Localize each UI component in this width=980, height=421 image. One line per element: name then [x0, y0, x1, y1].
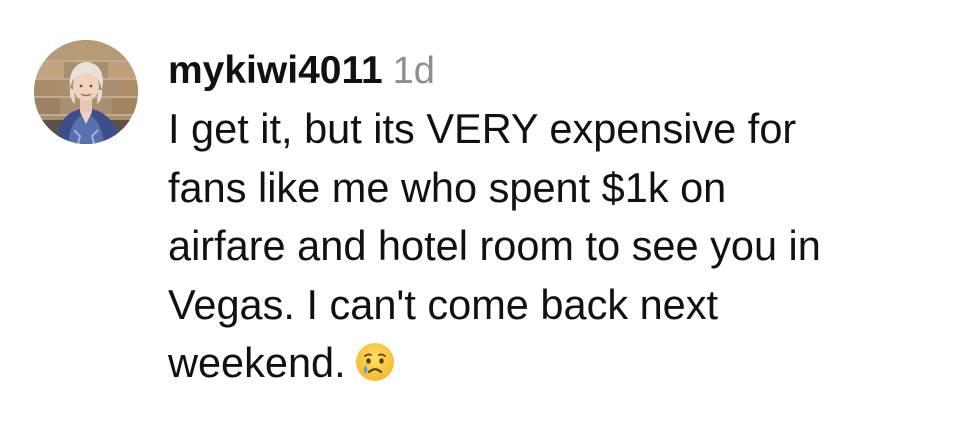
comment-text-line: weekend.: [168, 339, 346, 386]
comment-text-line: fans like me who spent $1k on: [168, 163, 727, 211]
comment-text-line-last: weekend.: [168, 334, 968, 393]
avatar[interactable]: [34, 40, 138, 144]
comment-text-line: airfare and hotel room to see you in: [168, 222, 821, 269]
avatar-photo-icon: [34, 40, 138, 144]
comment: mykiwi4011 1d I get it, but its VERY expe…: [0, 0, 980, 421]
timestamp: 1d: [392, 50, 435, 92]
comment-body: mykiwi4011 1d I get it, but its VERY expe…: [168, 42, 968, 393]
comment-text: I get it, but its VERY expensive for fan…: [168, 100, 968, 393]
comment-text-line: I get it, but its VERY expensive for: [168, 105, 797, 152]
crying-face-emoji-icon: [354, 341, 396, 383]
username-link[interactable]: mykiwi4011: [168, 49, 383, 92]
comment-text-line: Vegas. I can't come back next: [168, 280, 719, 328]
comment-header: mykiwi4011 1d: [168, 42, 968, 100]
